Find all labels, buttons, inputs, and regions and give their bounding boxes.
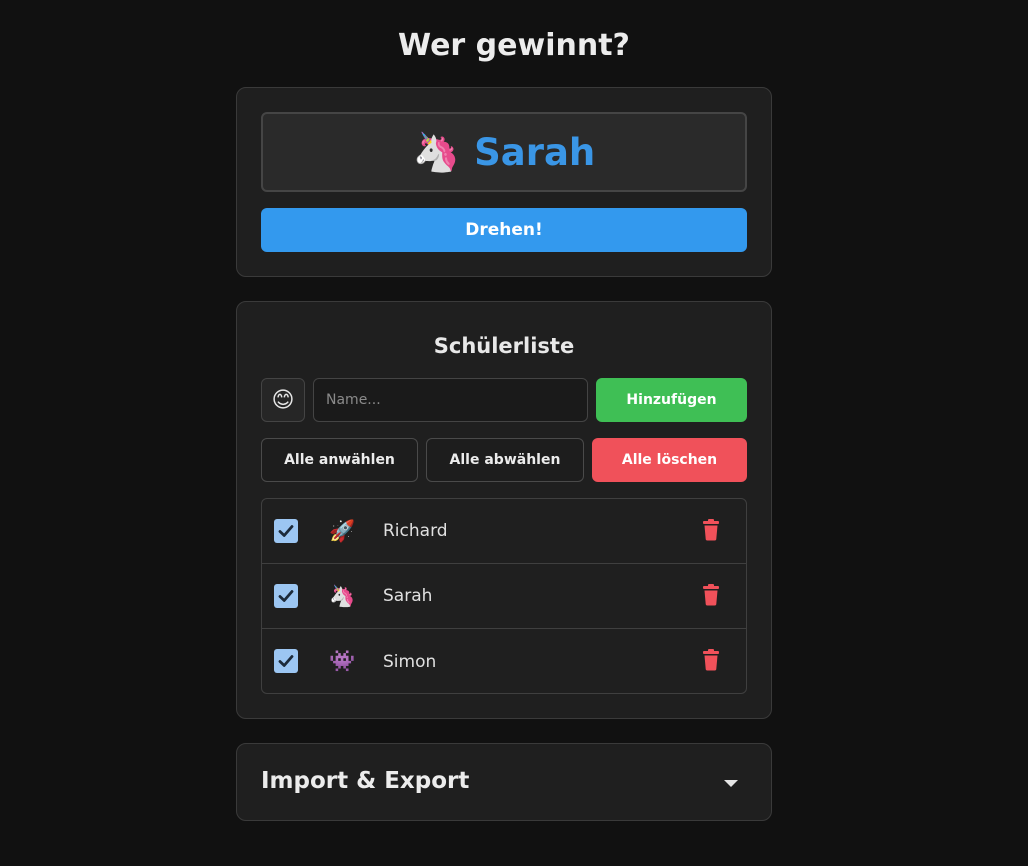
student-checkbox[interactable] — [274, 649, 298, 673]
trash-icon[interactable] — [702, 519, 720, 541]
student-row: 🚀 Richard — [262, 499, 746, 564]
winner-card: 🦄 Sarah Drehen! — [236, 87, 772, 277]
winner-name: Sarah — [474, 130, 596, 174]
student-list-card: Schülerliste 😊 Hinzufügen Alle anwählen … — [236, 301, 772, 719]
delete-all-button[interactable]: Alle löschen — [592, 438, 747, 482]
checkmark-icon — [278, 655, 294, 667]
student-emoji: 🚀 — [329, 518, 356, 543]
student-list-heading: Schülerliste — [433, 334, 575, 358]
student-name: Richard — [383, 521, 448, 541]
add-button[interactable]: Hinzufügen — [596, 378, 747, 422]
student-checkbox[interactable] — [274, 584, 298, 608]
student-row: 🦄 Sarah — [262, 564, 746, 629]
page-title: Wer gewinnt? — [398, 28, 630, 63]
emoji-picker-button[interactable]: 😊 — [261, 378, 305, 422]
deselect-all-button[interactable]: Alle abwählen — [426, 438, 584, 482]
trash-icon[interactable] — [702, 584, 720, 606]
student-name: Simon — [383, 651, 437, 672]
winner-display: 🦄 Sarah — [261, 112, 747, 192]
student-checkbox[interactable] — [274, 519, 298, 543]
winner-emoji: 🦄 — [412, 130, 461, 174]
student-name: Sarah — [383, 586, 433, 606]
spin-button[interactable]: Drehen! — [261, 208, 747, 252]
chevron-down-icon[interactable] — [723, 777, 739, 789]
import-export-card[interactable]: Import & Export — [236, 743, 772, 821]
import-export-title[interactable]: Import & Export — [261, 768, 469, 794]
student-emoji: 🦄 — [329, 583, 356, 608]
student-emoji: 👾 — [329, 649, 356, 673]
trash-icon[interactable] — [702, 649, 720, 671]
student-list: 🚀 Richard 🦄 Sarah 👾 Simon — [261, 498, 747, 694]
name-input[interactable] — [313, 378, 588, 422]
checkmark-icon — [278, 525, 294, 537]
checkmark-icon — [278, 590, 294, 602]
select-all-button[interactable]: Alle anwählen — [261, 438, 418, 482]
student-row: 👾 Simon — [262, 629, 746, 693]
